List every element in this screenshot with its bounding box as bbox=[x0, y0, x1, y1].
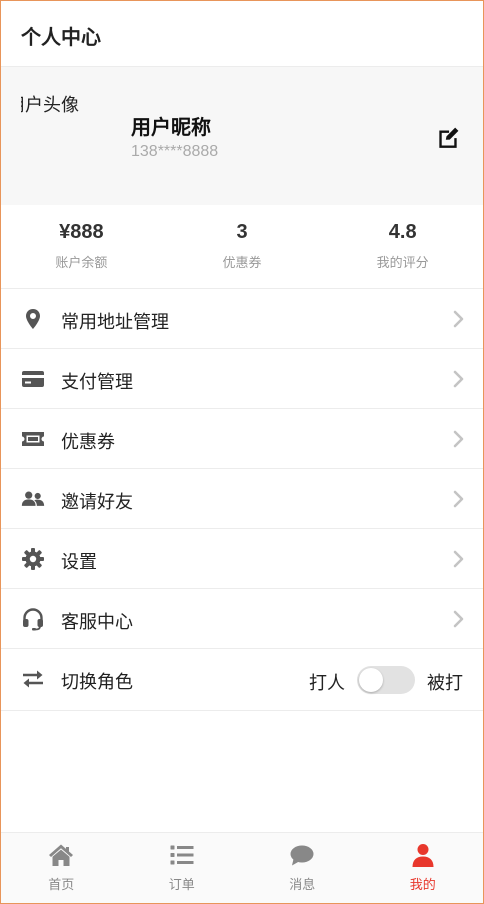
menu-list: 常用地址管理 支付管理 优惠券 邀请好友 设置 客服中心 切换角色 打人 被打 bbox=[1, 289, 483, 711]
tab-label: 订单 bbox=[168, 878, 195, 893]
stats-bar: ¥888 账户余额 3 优惠券 4.8 我的评分 bbox=[1, 205, 483, 289]
stat-rating[interactable]: 4.8 我的评分 bbox=[322, 205, 483, 288]
menu-item-address[interactable]: 常用地址管理 bbox=[1, 289, 483, 349]
menu-label: 支付管理 bbox=[61, 372, 133, 393]
profile-card: 用户头像 用户昵称 138****8888 bbox=[1, 67, 483, 205]
menu-item-support[interactable]: 客服中心 bbox=[1, 589, 483, 649]
users-icon bbox=[21, 491, 45, 506]
bottom-tab-bar: 首页 订单 消息 我的 bbox=[1, 832, 484, 903]
menu-label: 常用地址管理 bbox=[61, 312, 169, 333]
tab-label: 首页 bbox=[48, 878, 75, 893]
tab-profile[interactable]: 我的 bbox=[363, 833, 484, 903]
tab-label: 我的 bbox=[409, 878, 436, 893]
chevron-right-icon bbox=[453, 550, 464, 568]
chevron-right-icon bbox=[453, 370, 464, 388]
map-marker-icon bbox=[26, 309, 40, 329]
toggle-knob bbox=[359, 668, 383, 692]
page-title: 个人中心 bbox=[21, 25, 101, 49]
stat-coupons[interactable]: 3 优惠券 bbox=[162, 205, 323, 288]
user-phone: 138****8888 bbox=[131, 143, 219, 160]
role-switch-label: 切换角色 bbox=[61, 672, 133, 693]
role-option-left[interactable]: 打人 bbox=[309, 669, 345, 695]
user-nickname: 用户昵称 bbox=[131, 115, 211, 139]
menu-label: 客服中心 bbox=[61, 612, 133, 633]
menu-label: 优惠券 bbox=[61, 432, 115, 453]
ticket-icon bbox=[22, 432, 44, 446]
menu-label: 设置 bbox=[61, 552, 97, 573]
role-switch-row: 切换角色 打人 被打 bbox=[1, 649, 483, 711]
tab-orders[interactable]: 订单 bbox=[122, 833, 243, 903]
tab-messages[interactable]: 消息 bbox=[242, 833, 363, 903]
chevron-right-icon bbox=[453, 310, 464, 328]
role-option-right[interactable]: 被打 bbox=[427, 669, 463, 695]
stat-label: 账户余额 bbox=[55, 256, 108, 271]
edit-profile-icon[interactable] bbox=[435, 124, 461, 150]
chat-bubble-icon bbox=[290, 845, 314, 866]
stat-label: 优惠券 bbox=[222, 256, 262, 271]
stat-label: 我的评分 bbox=[376, 256, 429, 271]
chevron-right-icon bbox=[453, 430, 464, 448]
menu-item-invite[interactable]: 邀请好友 bbox=[1, 469, 483, 529]
exchange-icon bbox=[23, 670, 43, 688]
app-frame: 个人中心 用户头像 用户昵称 138****8888 ¥888 账户余额 3 优… bbox=[0, 0, 484, 904]
menu-item-settings[interactable]: 设置 bbox=[1, 529, 483, 589]
avatar-alt-text: 用户头像 bbox=[21, 95, 79, 116]
user-icon bbox=[412, 844, 434, 867]
role-toggle[interactable] bbox=[357, 666, 415, 694]
tab-home[interactable]: 首页 bbox=[1, 833, 122, 903]
page-header: 个人中心 bbox=[1, 1, 483, 67]
stat-value: ¥888 bbox=[59, 221, 104, 243]
stat-value: 4.8 bbox=[388, 221, 417, 243]
headset-icon bbox=[23, 608, 43, 631]
credit-card-icon bbox=[22, 371, 44, 387]
stat-value: 3 bbox=[236, 221, 248, 243]
stat-balance[interactable]: ¥888 账户余额 bbox=[1, 205, 162, 288]
gear-icon bbox=[22, 548, 44, 570]
menu-item-payment[interactable]: 支付管理 bbox=[1, 349, 483, 409]
home-icon bbox=[49, 844, 74, 866]
chevron-right-icon bbox=[453, 610, 464, 628]
avatar[interactable]: 用户头像 bbox=[21, 87, 101, 167]
menu-label: 邀请好友 bbox=[61, 492, 133, 513]
list-icon bbox=[170, 845, 194, 865]
menu-item-coupons[interactable]: 优惠券 bbox=[1, 409, 483, 469]
chevron-right-icon bbox=[453, 490, 464, 508]
tab-label: 消息 bbox=[289, 878, 316, 893]
